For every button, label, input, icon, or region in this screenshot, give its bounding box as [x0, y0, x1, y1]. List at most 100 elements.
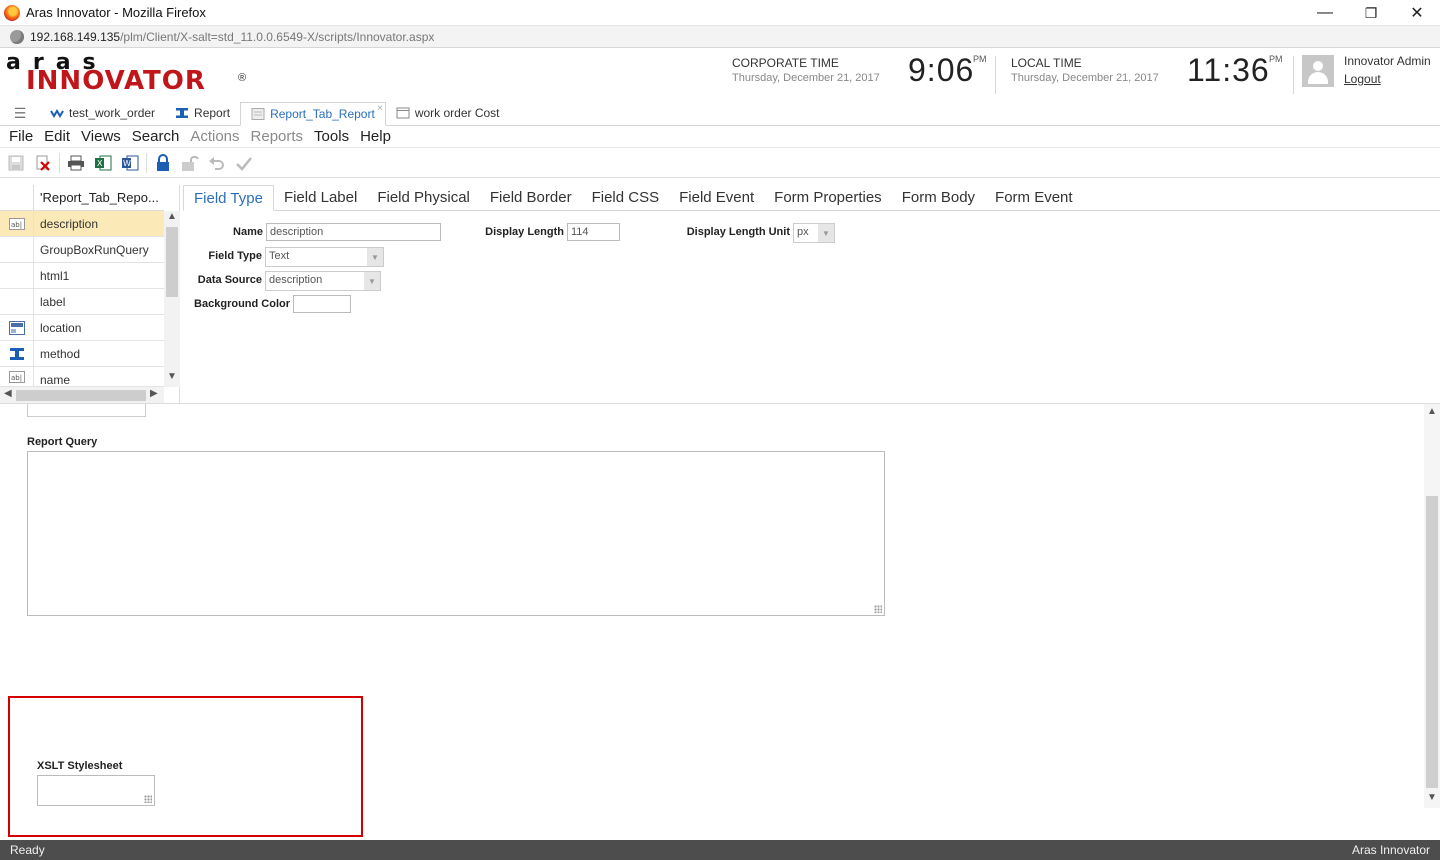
scroll-up-icon[interactable]: ▲: [167, 211, 177, 222]
scroll-up-icon[interactable]: ▲: [1427, 406, 1437, 417]
local-time-label: LOCAL TIME: [1011, 56, 1082, 70]
menu-hamburger-icon[interactable]: ☰: [0, 101, 40, 125]
location-field-icon: [0, 315, 34, 341]
close-tab-icon[interactable]: ×: [377, 103, 383, 114]
item-tabs-bar: ☰ test_work_order Report Report_Tab_Repo…: [0, 100, 1440, 126]
tab-field-event[interactable]: Field Event: [669, 184, 764, 210]
field-type-label: Field Type: [208, 250, 262, 262]
report-query-label: Report Query: [27, 436, 98, 448]
list-item[interactable]: html1: [0, 263, 164, 289]
close-window-button[interactable]: ✕: [1394, 0, 1440, 26]
globe-icon: [10, 29, 24, 44]
tab-report-tab-report[interactable]: Report_Tab_Report ×: [240, 102, 386, 126]
excel-icon[interactable]: X: [92, 152, 114, 174]
list-item-icon-cell: [0, 289, 34, 315]
resize-grip-icon[interactable]: [144, 795, 152, 803]
list-item[interactable]: ab| description: [0, 211, 164, 237]
menu-views[interactable]: Views: [81, 128, 121, 145]
corporate-time-label: CORPORATE TIME: [732, 56, 839, 70]
menu-reports[interactable]: Reports: [251, 128, 304, 145]
tab-field-type[interactable]: Field Type: [183, 185, 274, 211]
scrollbar-thumb[interactable]: [166, 227, 178, 297]
tab-form-event[interactable]: Form Event: [985, 184, 1083, 210]
scrollbar-thumb[interactable]: [1426, 496, 1438, 788]
grid-vertical-scrollbar[interactable]: ▲ ▼: [164, 211, 180, 387]
corporate-time: 9:06: [908, 52, 975, 88]
tab-label: work order Cost: [414, 106, 500, 120]
tab-field-css[interactable]: Field CSS: [582, 184, 670, 210]
list-item[interactable]: location: [0, 315, 164, 341]
aras-innovator-logo[interactable]: aras INNOVATOR ®: [6, 50, 256, 96]
maximize-button[interactable]: ❐: [1348, 0, 1394, 26]
list-item[interactable]: method: [0, 341, 164, 367]
menu-file[interactable]: File: [9, 128, 33, 145]
minimize-button[interactable]: —: [1302, 0, 1348, 26]
grid-header-label[interactable]: 'Report_Tab_Repo...: [40, 190, 159, 205]
preview-vertical-scrollbar[interactable]: ▲ ▼: [1424, 404, 1440, 808]
user-name: Innovator Admin: [1344, 54, 1431, 68]
menu-tools[interactable]: Tools: [314, 128, 349, 145]
word-icon[interactable]: W: [119, 152, 141, 174]
tab-report[interactable]: Report: [165, 101, 240, 125]
url-text[interactable]: 192.168.149.135/plm/Client/X-salt=std_11…: [30, 30, 434, 44]
scrollbar-thumb[interactable]: [16, 390, 146, 401]
field-type-value: Text: [269, 250, 290, 262]
user-avatar-icon[interactable]: [1302, 55, 1334, 87]
property-tabs: Field Type Field Label Field Physical Fi…: [183, 184, 1440, 211]
toolbar: X W: [0, 148, 1440, 178]
report-query-textarea[interactable]: [27, 451, 885, 616]
tab-field-physical[interactable]: Field Physical: [367, 184, 480, 210]
tab-test-work-order[interactable]: test_work_order: [40, 101, 165, 125]
grid-horizontal-scrollbar[interactable]: ◀ ▶: [0, 387, 164, 403]
menu-help[interactable]: Help: [360, 128, 391, 145]
menu-search[interactable]: Search: [132, 128, 180, 145]
display-length-unit-select[interactable]: px ▼: [793, 223, 835, 243]
header-divider: [1293, 56, 1294, 94]
grid-header-icon-column: [0, 185, 34, 211]
list-item[interactable]: GroupBoxRunQuery: [0, 237, 164, 263]
tab-work-order-cost[interactable]: work order Cost: [386, 101, 510, 125]
url-host: 192.168.149.135: [30, 29, 121, 44]
name-field[interactable]: description: [266, 223, 441, 241]
background-color-field[interactable]: [293, 295, 351, 313]
display-length-field[interactable]: 114: [567, 223, 620, 241]
unlock-icon[interactable]: [179, 152, 201, 174]
save-icon[interactable]: [5, 152, 27, 174]
resize-grip-icon[interactable]: [874, 605, 882, 613]
chevron-down-icon[interactable]: ▼: [367, 248, 383, 266]
discard-icon[interactable]: [32, 152, 54, 174]
undo-icon[interactable]: [206, 152, 228, 174]
menu-edit[interactable]: Edit: [44, 128, 70, 145]
form-preview-pane: Report Query XSLT Stylesheet ▲ ▼: [0, 403, 1440, 840]
lock-icon[interactable]: [152, 152, 174, 174]
tab-form-properties[interactable]: Form Properties: [764, 184, 892, 210]
tab-form-body[interactable]: Form Body: [892, 184, 985, 210]
list-item-label: GroupBoxRunQuery: [40, 243, 149, 257]
list-item[interactable]: ab| name: [0, 367, 164, 387]
scroll-down-icon[interactable]: ▼: [1427, 792, 1437, 803]
status-text: Ready: [10, 843, 45, 857]
print-icon[interactable]: [65, 152, 87, 174]
tab-field-border[interactable]: Field Border: [480, 184, 582, 210]
tab-field-label[interactable]: Field Label: [274, 184, 367, 210]
field-type-select[interactable]: Text ▼: [265, 247, 384, 267]
avatar-head: [1313, 61, 1323, 71]
chevron-down-icon[interactable]: ▼: [364, 272, 380, 290]
checkmark-icon[interactable]: [233, 152, 255, 174]
local-time-block: LOCAL TIME Thursday, December 21, 2017: [1011, 56, 1159, 84]
url-bar[interactable]: 192.168.149.135/plm/Client/X-salt=std_11…: [0, 26, 1440, 48]
logout-link[interactable]: Logout: [1344, 72, 1381, 86]
data-source-select[interactable]: description ▼: [265, 271, 381, 291]
list-item[interactable]: label: [0, 289, 164, 315]
report-icon: [176, 108, 189, 118]
scroll-left-icon[interactable]: ◀: [4, 388, 12, 399]
corporate-date: Thursday, December 21, 2017: [732, 72, 880, 84]
xslt-stylesheet-textarea[interactable]: [37, 775, 155, 806]
toolbar-divider: [59, 152, 60, 173]
menu-actions[interactable]: Actions: [190, 128, 239, 145]
svg-text:ab|: ab|: [11, 221, 22, 229]
status-app-name: Aras Innovator: [1351, 843, 1430, 857]
scroll-down-icon[interactable]: ▼: [167, 371, 177, 382]
chevron-down-icon[interactable]: ▼: [818, 224, 834, 242]
scroll-right-icon[interactable]: ▶: [150, 388, 158, 399]
